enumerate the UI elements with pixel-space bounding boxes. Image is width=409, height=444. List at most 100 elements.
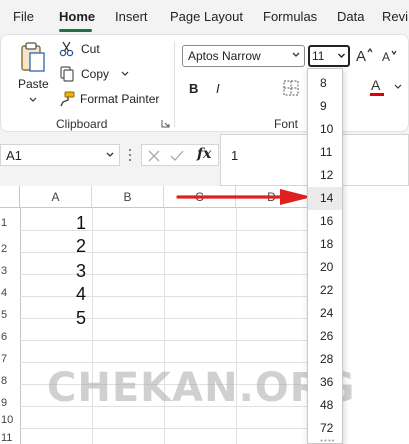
group-divider (174, 41, 175, 127)
svg-text:A: A (371, 77, 381, 93)
cancel-icon[interactable] (148, 150, 160, 162)
ribbon: Paste Cut Copy Format Painter Clipboard … (0, 34, 409, 134)
font-size-option[interactable]: 9 (308, 95, 342, 118)
font-size-dropdown[interactable]: 8 9 10 11 12 14 16 18 20 22 24 26 28 36 … (307, 68, 343, 444)
format-painter-label: Format Painter (80, 92, 160, 106)
font-size-option[interactable]: 72 (308, 417, 342, 440)
copy-label: Copy (81, 67, 110, 81)
scissors-icon (59, 41, 75, 57)
ribbon-panel: Paste Cut Copy Format Painter Clipboard … (0, 34, 409, 132)
dialog-launcher-icon[interactable] (161, 119, 170, 128)
decrease-font-size-icon[interactable]: A (382, 49, 400, 63)
row-header-3[interactable]: 3 (0, 265, 20, 277)
active-tab-indicator (59, 29, 92, 32)
cell-a2[interactable]: 2 (76, 236, 86, 257)
svg-text:A: A (382, 50, 390, 63)
font-name-select[interactable]: Aptos Narrow (182, 45, 305, 67)
cell-a5[interactable]: 5 (76, 308, 86, 329)
chevron-down-icon (121, 71, 129, 77)
chevron-down-icon (29, 97, 37, 103)
borders-icon[interactable] (283, 80, 299, 96)
font-size-option[interactable]: 26 (308, 325, 342, 348)
copy-icon (59, 66, 75, 82)
chevron-down-icon (337, 52, 346, 60)
bold-button[interactable]: B (189, 81, 198, 96)
cut-button[interactable]: Cut (59, 41, 119, 59)
insert-function-button[interactable]: fx (197, 146, 211, 162)
font-size-option[interactable]: 20 (308, 256, 342, 279)
name-box[interactable]: A1 (0, 144, 120, 166)
row-header-9[interactable]: 9 (0, 397, 20, 409)
paste-button[interactable]: Paste (11, 41, 55, 109)
gridline (20, 296, 309, 297)
row-header-2[interactable]: 2 (0, 243, 20, 255)
row-header-10[interactable]: 10 (0, 414, 20, 426)
tab-review[interactable]: Revi (382, 9, 408, 24)
cut-label: Cut (81, 42, 100, 56)
worksheet-grid[interactable]: A B C D 1 2 3 4 5 6 7 8 9 10 11 1 2 3 4 … (0, 186, 409, 444)
gridline (20, 274, 309, 275)
cell-a4[interactable]: 4 (76, 284, 86, 305)
tab-insert[interactable]: Insert (115, 9, 148, 24)
menu-bar: File Home Insert Page Layout Formulas Da… (0, 0, 409, 34)
column-header-b[interactable]: B (92, 186, 164, 208)
copy-button[interactable]: Copy (59, 66, 131, 84)
italic-button[interactable]: I (216, 81, 220, 96)
font-size-option[interactable]: 28 (308, 348, 342, 371)
gridline (20, 428, 309, 429)
row-header-1[interactable]: 1 (0, 217, 20, 229)
font-size-option[interactable]: 16 (308, 210, 342, 233)
cell-a1[interactable]: 1 (76, 213, 86, 234)
more-options-icon[interactable] (128, 148, 132, 162)
paintbrush-icon (59, 91, 75, 107)
name-box-value: A1 (6, 148, 22, 163)
clipboard-paste-icon (20, 41, 46, 73)
font-size-option[interactable]: 24 (308, 302, 342, 325)
clipboard-group-label: Clipboard (56, 117, 108, 131)
tab-formulas[interactable]: Formulas (263, 9, 317, 24)
gridline (20, 340, 309, 341)
row-header-6[interactable]: 6 (0, 331, 20, 343)
font-color-icon[interactable]: A (369, 77, 385, 97)
increase-font-size-icon[interactable]: A (356, 47, 374, 63)
tab-home[interactable]: Home (59, 9, 95, 24)
row-header-5[interactable]: 5 (0, 309, 20, 321)
font-size-option[interactable]: 10 (308, 118, 342, 141)
row-header-11[interactable]: 11 (0, 432, 20, 444)
font-size-option[interactable]: 48 (308, 394, 342, 417)
select-all-corner[interactable] (0, 186, 20, 208)
chevron-down-icon (291, 51, 301, 59)
font-size-select[interactable]: 11 (308, 45, 350, 67)
font-name-value: Aptos Narrow (188, 49, 261, 63)
formula-bar: A1 fx 1 (0, 134, 409, 186)
font-size-option[interactable]: 8 (308, 72, 342, 95)
formula-value: 1 (231, 148, 239, 163)
font-size-option[interactable]: 12 (308, 164, 342, 187)
font-group-label: Font (274, 117, 299, 131)
font-size-option[interactable]: 18 (308, 233, 342, 256)
row-header-border (20, 208, 21, 444)
row-header-7[interactable]: 7 (0, 353, 20, 365)
font-size-option-highlighted[interactable]: 14 (308, 187, 342, 210)
gridline (20, 252, 309, 253)
resize-grip-icon[interactable] (320, 439, 334, 442)
font-size-value: 11 (312, 49, 325, 63)
chevron-down-icon (105, 151, 115, 159)
chevron-down-icon[interactable] (394, 84, 402, 90)
enter-check-icon[interactable] (170, 150, 184, 162)
format-painter-button[interactable]: Format Painter (59, 91, 161, 109)
font-size-option[interactable]: 36 (308, 371, 342, 394)
cell-a3[interactable]: 3 (76, 261, 86, 282)
font-size-option[interactable]: 11 (308, 141, 342, 164)
gridline (20, 362, 309, 363)
tab-page-layout[interactable]: Page Layout (170, 9, 243, 24)
formula-buttons: fx (141, 144, 219, 166)
font-size-option[interactable]: 22 (308, 279, 342, 302)
row-header-4[interactable]: 4 (0, 287, 20, 299)
column-header-a[interactable]: A (20, 186, 92, 208)
tab-file[interactable]: File (13, 9, 34, 24)
tab-data[interactable]: Data (337, 9, 364, 24)
row-header-8[interactable]: 8 (0, 375, 20, 387)
gridline (20, 230, 309, 231)
gridline (20, 318, 309, 319)
